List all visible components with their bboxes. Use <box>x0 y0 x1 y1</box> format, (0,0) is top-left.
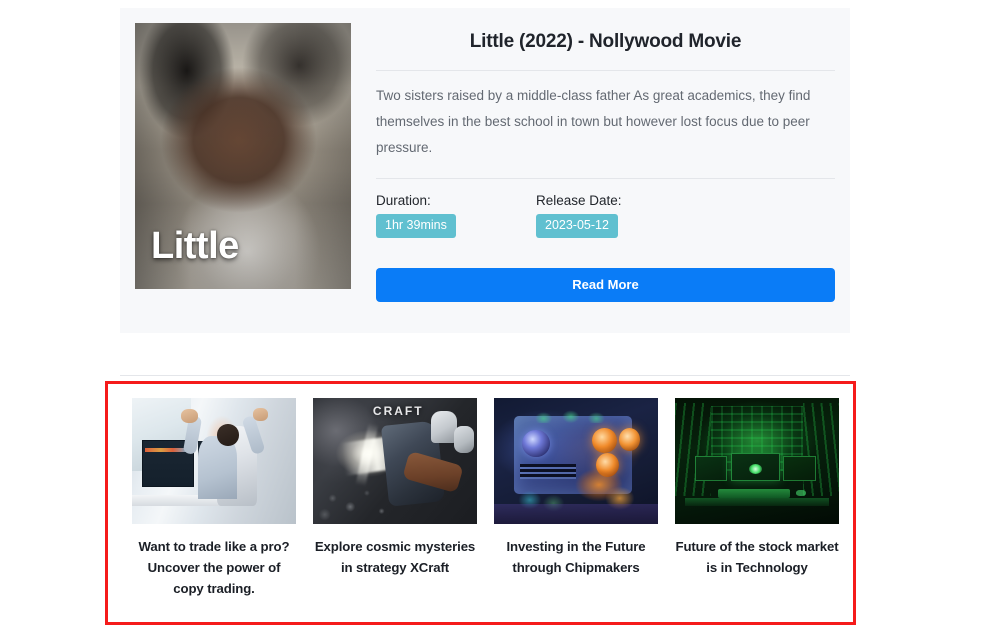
movie-poster: Little <box>135 23 351 289</box>
duration-badge: 1hr 39mins <box>376 214 456 238</box>
article-title-4[interactable]: Future of the stock market is in Technol… <box>675 536 839 578</box>
poster-title-text: Little <box>151 225 239 267</box>
related-articles-row: Want to trade like a pro? Uncover the po… <box>132 398 839 599</box>
movie-meta-row: Duration: 1hr 39mins Release Date: 2023-… <box>376 193 835 238</box>
article-card-3[interactable]: Investing in the Future through Chipmake… <box>494 398 658 599</box>
article-thumbnail-green-room[interactable] <box>675 398 839 524</box>
duration-group: Duration: 1hr 39mins <box>376 193 536 238</box>
article-card-2[interactable]: CRAFT Explore cosmic mysteries in strate… <box>313 398 477 599</box>
release-date-group: Release Date: 2023-05-12 <box>536 193 696 238</box>
read-more-button[interactable]: Read More <box>376 267 835 302</box>
article-thumbnail-xcraft[interactable]: CRAFT <box>313 398 477 524</box>
article-card-1[interactable]: Want to trade like a pro? Uncover the po… <box>132 398 296 599</box>
xcraft-logo-text: CRAFT <box>372 404 424 419</box>
release-date-label: Release Date: <box>536 193 622 208</box>
movie-card: Little Little (2022) - Nollywood Movie T… <box>120 8 850 333</box>
related-articles-highlight-box: Want to trade like a pro? Uncover the po… <box>105 381 856 625</box>
section-divider <box>120 375 850 376</box>
divider-bottom <box>376 178 835 179</box>
duration-label: Duration: <box>376 193 431 208</box>
article-card-4[interactable]: Future of the stock market is in Technol… <box>675 398 839 599</box>
release-date-badge: 2023-05-12 <box>536 214 618 238</box>
movie-description: Two sisters raised by a middle-class fat… <box>376 88 811 155</box>
movie-details: Little (2022) - Nollywood Movie Two sist… <box>376 23 835 302</box>
divider-top <box>376 70 835 71</box>
page-title: Little (2022) - Nollywood Movie <box>469 31 742 52</box>
article-title-1[interactable]: Want to trade like a pro? Uncover the po… <box>132 536 296 599</box>
article-thumbnail-chipmakers[interactable] <box>494 398 658 524</box>
article-thumbnail-trading[interactable] <box>132 398 296 524</box>
article-title-2[interactable]: Explore cosmic mysteries in strategy XCr… <box>313 536 477 578</box>
article-title-3[interactable]: Investing in the Future through Chipmake… <box>494 536 658 578</box>
